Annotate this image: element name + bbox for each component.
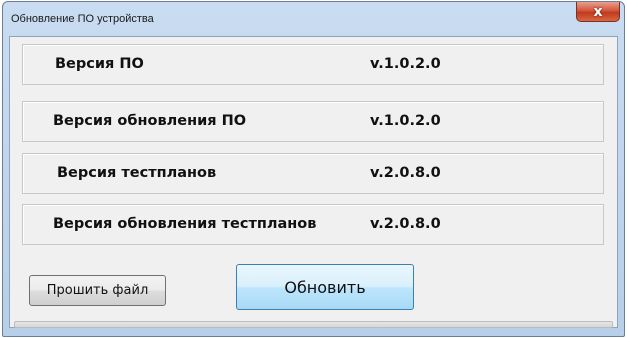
row-value: v.2.0.8.0	[370, 165, 441, 181]
row-label: Версия обновления ПО	[53, 113, 247, 129]
flash-file-button[interactable]: Прошить файл	[29, 275, 166, 306]
row-label: Версия ПО	[55, 56, 144, 72]
title-bar[interactable]: Обновление ПО устройства x	[3, 2, 624, 35]
row-label: Версия обновления тестпланов	[53, 216, 317, 232]
row-firmware-version: Версия ПО v.1.0.2.0	[22, 44, 604, 85]
row-value: v.2.0.8.0	[370, 216, 441, 232]
update-button[interactable]: Обновить	[236, 264, 414, 310]
row-value: v.1.0.2.0	[370, 56, 441, 72]
row-label: Версия тестпланов	[57, 165, 217, 181]
close-button[interactable]: x	[576, 2, 620, 22]
window-title: Обновление ПО устройства	[11, 13, 154, 25]
row-testplans-version: Версия тестпланов v.2.0.8.0	[22, 153, 604, 194]
row-value: v.1.0.2.0	[370, 113, 441, 129]
close-icon: x	[593, 3, 603, 20]
row-testplans-update-version: Версия обновления тестпланов v.2.0.8.0	[22, 204, 604, 245]
progress-bar	[14, 321, 613, 328]
client-area: Версия ПО v.1.0.2.0 Версия обновления ПО…	[9, 36, 618, 328]
app-window: Обновление ПО устройства x Версия ПО v.1…	[2, 1, 625, 337]
row-firmware-update-version: Версия обновления ПО v.1.0.2.0	[22, 101, 604, 142]
